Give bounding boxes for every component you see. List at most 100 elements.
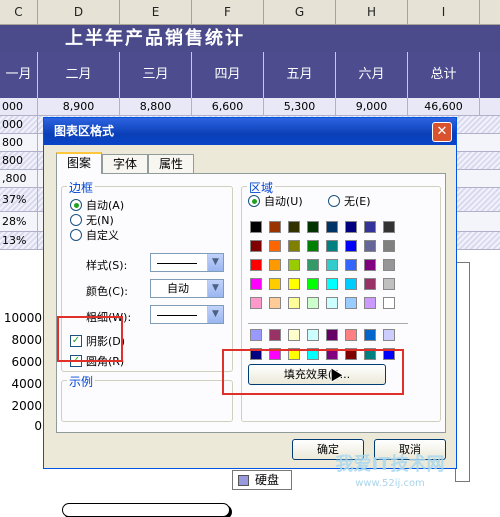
color-swatch[interactable]	[250, 259, 262, 271]
color-swatch[interactable]	[345, 259, 357, 271]
color-swatch[interactable]	[364, 278, 376, 290]
area-none-radio[interactable]: 无(E)	[328, 195, 371, 209]
color-swatch[interactable]	[269, 278, 281, 290]
table-cell[interactable]: 8,900	[38, 98, 120, 116]
color-swatch[interactable]	[364, 259, 376, 271]
table-cell[interactable]: 37%	[0, 188, 38, 212]
color-swatch[interactable]	[307, 278, 319, 290]
color-swatch[interactable]	[269, 297, 281, 309]
color-swatch[interactable]	[250, 297, 262, 309]
color-swatch[interactable]	[288, 240, 300, 252]
y-axis-tick: 0	[34, 419, 42, 433]
color-swatch[interactable]	[250, 329, 262, 341]
color-swatch[interactable]	[269, 240, 281, 252]
color-swatch[interactable]	[288, 297, 300, 309]
color-swatch[interactable]	[288, 329, 300, 341]
color-swatch[interactable]	[288, 259, 300, 271]
table-cell[interactable]: 13%	[0, 232, 38, 250]
column-header-e[interactable]: E	[120, 0, 192, 25]
color-swatch[interactable]	[345, 329, 357, 341]
table-row: 000 8,900 8,800 6,600 5,300 9,000 46,600	[0, 98, 500, 116]
table-cell[interactable]: 800	[0, 134, 38, 152]
color-swatch[interactable]	[326, 278, 338, 290]
month-cell[interactable]: 四月	[192, 52, 264, 98]
color-swatch[interactable]	[326, 297, 338, 309]
color-swatch[interactable]	[345, 240, 357, 252]
color-swatch[interactable]	[383, 240, 395, 252]
radio-dot	[248, 195, 260, 207]
table-cell[interactable]: 5,300	[264, 98, 336, 116]
color-swatch[interactable]	[345, 297, 357, 309]
month-cell[interactable]: 六月	[336, 52, 408, 98]
color-swatch[interactable]	[345, 221, 357, 233]
border-custom-radio[interactable]: 自定义	[70, 229, 119, 243]
column-header-c[interactable]: C	[0, 0, 38, 25]
column-header-f[interactable]: F	[192, 0, 264, 25]
table-cell[interactable]: 800	[0, 152, 38, 170]
radio-label: 自动(A)	[86, 199, 125, 212]
color-swatch[interactable]	[326, 240, 338, 252]
table-cell[interactable]: ,800	[0, 170, 38, 188]
column-header-h[interactable]: H	[336, 0, 408, 25]
color-swatch[interactable]	[326, 221, 338, 233]
color-swatch[interactable]	[307, 221, 319, 233]
table-cell[interactable]: 28%	[0, 212, 38, 232]
tab-pattern[interactable]: 图案	[56, 152, 102, 174]
table-cell[interactable]: 000	[0, 98, 38, 116]
y-axis-tick: 6000	[11, 355, 42, 369]
month-cell[interactable]: 五月	[264, 52, 336, 98]
color-swatch[interactable]	[326, 329, 338, 341]
fill-effects-button[interactable]: 填充效果(I)...	[248, 364, 386, 385]
color-value: 自动	[167, 282, 189, 295]
column-header-d[interactable]: D	[38, 0, 120, 25]
color-swatch[interactable]	[250, 278, 262, 290]
color-label: 颜色(C):	[86, 285, 128, 298]
color-select[interactable]: 自动 ▼	[150, 279, 224, 298]
color-swatch[interactable]	[364, 240, 376, 252]
color-swatch[interactable]	[269, 259, 281, 271]
chart-plot-edge	[455, 262, 470, 482]
column-header-g[interactable]: G	[264, 0, 336, 25]
table-cell[interactable]: 9,000	[336, 98, 408, 116]
table-cell[interactable]: 8,800	[120, 98, 192, 116]
close-icon[interactable]: ✕	[432, 122, 452, 142]
color-swatch[interactable]	[364, 297, 376, 309]
tab-font[interactable]: 字体	[102, 154, 148, 173]
area-auto-radio[interactable]: 自动(U)	[248, 195, 303, 209]
month-cell[interactable]: 二月	[38, 52, 120, 98]
table-cell[interactable]: 46,600	[408, 98, 480, 116]
border-none-radio[interactable]: 无(N)	[70, 214, 114, 228]
color-swatch[interactable]	[250, 240, 262, 252]
tab-properties[interactable]: 属性	[148, 154, 194, 173]
color-swatch[interactable]	[288, 221, 300, 233]
color-swatch[interactable]	[307, 329, 319, 341]
color-swatch[interactable]	[383, 278, 395, 290]
month-cell[interactable]: 总计	[408, 52, 480, 98]
color-swatch[interactable]	[383, 221, 395, 233]
color-swatch[interactable]	[345, 278, 357, 290]
month-cell[interactable]: 三月	[120, 52, 192, 98]
color-swatch[interactable]	[307, 259, 319, 271]
color-swatch[interactable]	[364, 329, 376, 341]
sample-preview	[62, 503, 230, 517]
color-swatch[interactable]	[269, 329, 281, 341]
color-swatch[interactable]	[250, 221, 262, 233]
column-header-i[interactable]: I	[408, 0, 480, 25]
color-swatch[interactable]	[307, 297, 319, 309]
y-axis-tick: 4000	[11, 377, 42, 391]
color-swatch[interactable]	[364, 221, 376, 233]
format-chart-area-dialog: 图表区格式 ✕ 图案 字体 属性 边框 自动(A) 无(N) 自定义 样式(S)…	[43, 117, 457, 517]
border-auto-radio[interactable]: 自动(A)	[70, 199, 124, 213]
color-swatch[interactable]	[269, 221, 281, 233]
color-swatch[interactable]	[288, 278, 300, 290]
weight-select[interactable]: ▼	[150, 305, 224, 324]
style-select[interactable]: ▼	[150, 253, 224, 272]
table-cell[interactable]: 6,600	[192, 98, 264, 116]
color-swatch[interactable]	[326, 259, 338, 271]
month-cell[interactable]: 一月	[0, 52, 38, 98]
color-swatch[interactable]	[383, 297, 395, 309]
color-swatch[interactable]	[383, 329, 395, 341]
color-swatch[interactable]	[383, 259, 395, 271]
color-swatch[interactable]	[307, 240, 319, 252]
table-cell[interactable]: 000	[0, 116, 38, 134]
